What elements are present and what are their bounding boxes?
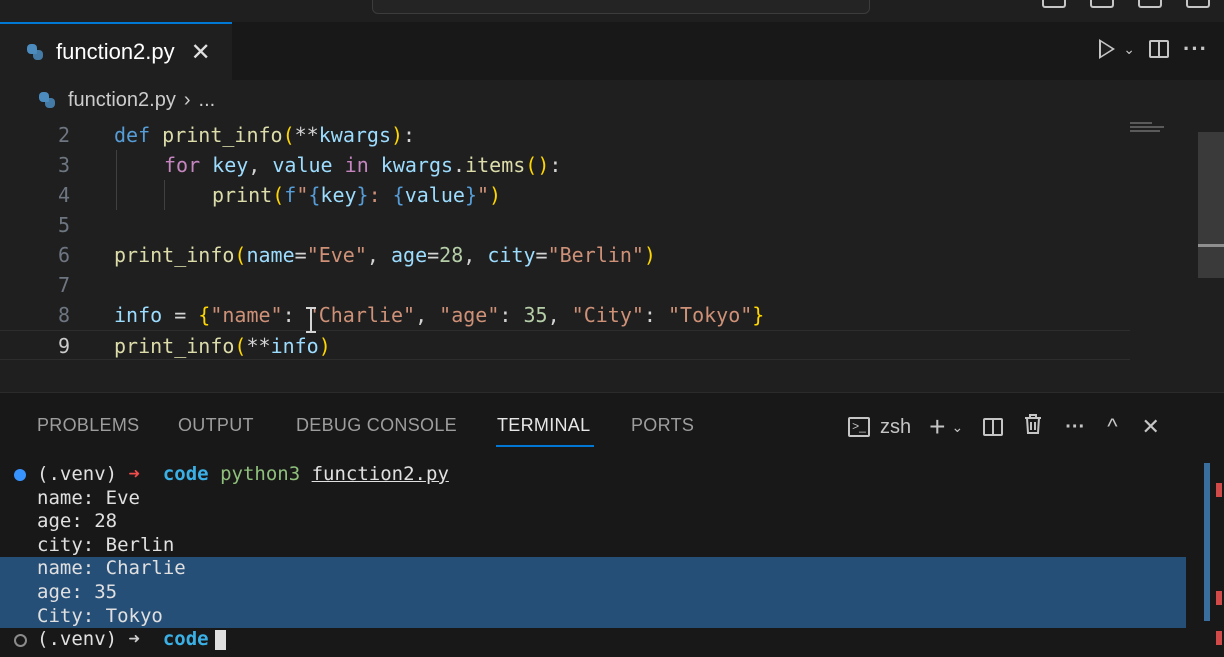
breadcrumb-symbols[interactable]: ... xyxy=(199,89,216,112)
tab-terminal[interactable]: TERMINAL xyxy=(497,415,590,436)
line-number: 3 xyxy=(57,153,70,177)
python-file-icon xyxy=(26,43,44,61)
editor-actions: ⌄ ··· xyxy=(1099,36,1208,62)
new-terminal-icon[interactable]: + xyxy=(929,411,945,443)
title-bar xyxy=(0,0,1224,22)
terminal-cursor xyxy=(214,629,226,650)
toggle-sidebar-icon[interactable] xyxy=(1042,0,1066,8)
run-python-file-icon[interactable] xyxy=(1099,39,1116,59)
code-editor[interactable]: 2 def print_info(**kwargs): 3 for key, v… xyxy=(0,120,1224,392)
code-line: 5 xyxy=(0,210,1130,240)
terminal-output-line: name: Eve xyxy=(37,486,140,509)
run-options-chevron-icon[interactable]: ⌄ xyxy=(1123,41,1135,58)
code-text: print_info(name="Eve", age=28, city="Ber… xyxy=(114,243,656,267)
line-number: 4 xyxy=(57,183,70,207)
code-text: print_info(**info) xyxy=(114,334,331,358)
python-file-icon xyxy=(38,91,56,109)
line-number: 5 xyxy=(57,213,70,237)
command-pending-dot-icon xyxy=(14,634,27,648)
breadcrumb-file[interactable]: function2.py xyxy=(68,89,176,112)
line-number: 9 xyxy=(57,334,70,358)
terminal-output-line: age: 28 xyxy=(37,510,118,533)
active-tab-indicator xyxy=(496,445,594,447)
toggle-panel-icon[interactable] xyxy=(1090,0,1114,8)
shell-name[interactable]: zsh xyxy=(880,416,911,439)
code-line: 2 def print_info(**kwargs): xyxy=(0,120,1130,150)
terminal-icon: >_ xyxy=(848,417,870,437)
layout-controls xyxy=(1042,0,1210,8)
tab-function2-py[interactable]: function2.py ✕ xyxy=(0,22,232,80)
panel-actions: >_ zsh + ⌄ ··· ^ ✕ xyxy=(848,411,1160,443)
customize-layout-icon[interactable] xyxy=(1186,0,1210,8)
line-number: 7 xyxy=(57,273,70,297)
scrollbar-error-marker xyxy=(1216,483,1222,497)
scrollbar-cursor-marker xyxy=(1198,244,1224,247)
code-line: 4 print(f"{key}: {value}") xyxy=(0,180,1130,210)
tab-problems[interactable]: PROBLEMS xyxy=(37,415,139,436)
split-editor-icon[interactable] xyxy=(1149,40,1170,58)
line-number: 8 xyxy=(57,303,70,327)
tab-output[interactable]: OUTPUT xyxy=(178,415,254,436)
terminal[interactable]: (.venv) ➜ code python3 function2.py name… xyxy=(0,463,1200,652)
close-panel-icon[interactable]: ✕ xyxy=(1142,414,1160,440)
command-success-dot-icon[interactable] xyxy=(14,469,26,481)
maximize-panel-icon[interactable]: ^ xyxy=(1107,414,1117,440)
command-center[interactable] xyxy=(372,0,870,14)
more-actions-icon[interactable]: ··· xyxy=(1065,416,1085,439)
terminal-scrollbar[interactable] xyxy=(1204,463,1210,621)
split-terminal-icon[interactable] xyxy=(983,418,1004,436)
terminal-prompt-line: (.venv) ➜ code xyxy=(0,628,1200,652)
code-line: 6 print_info(name="Eve", age=28, city="B… xyxy=(0,240,1130,270)
breadcrumb-chevron-icon: › xyxy=(183,88,191,111)
terminal-output-line-selected: name: Charlie xyxy=(0,557,1186,581)
terminal-output-line: city: Berlin xyxy=(37,533,175,556)
breadcrumb: function2.py › ... xyxy=(0,80,1224,120)
code-text: print(f"{key}: {value}") xyxy=(212,183,502,207)
code-text: for key, value in kwargs.items(): xyxy=(164,153,562,177)
terminal-output-line-selected: City: Tokyo xyxy=(0,604,1186,629)
bottom-panel: PROBLEMS OUTPUT DEBUG CONSOLE TERMINAL P… xyxy=(0,392,1224,657)
line-number: 2 xyxy=(57,123,70,147)
scrollbar-error-marker xyxy=(1216,631,1222,645)
minimap[interactable] xyxy=(1130,120,1180,140)
line-number: 6 xyxy=(57,243,70,267)
tab-ports[interactable]: PORTS xyxy=(631,415,694,436)
terminal-output-line-selected: age: 35 xyxy=(0,580,1186,605)
code-text: def print_info(**kwargs): xyxy=(114,123,416,147)
editor-tab-bar: function2.py ✕ ⌄ ··· xyxy=(0,22,1224,81)
code-line: 7 xyxy=(0,270,1130,300)
code-line: 8 info = {"name": "Charlie", "age": 35, … xyxy=(0,300,1130,330)
code-line-current: 9 print_info(**info) xyxy=(0,330,1130,360)
mouse-ibeam-cursor xyxy=(306,307,316,333)
more-actions-icon[interactable]: ··· xyxy=(1183,36,1208,62)
code-line: 3 for key, value in kwargs.items(): xyxy=(0,150,1130,180)
trash-icon[interactable] xyxy=(1023,413,1043,441)
new-terminal-chevron-icon[interactable]: ⌄ xyxy=(951,419,963,436)
tab-label: function2.py xyxy=(56,39,175,64)
editor-scrollbar[interactable] xyxy=(1198,132,1224,278)
toggle-secondary-sidebar-icon[interactable] xyxy=(1138,0,1162,8)
terminal-command-line: (.venv) ➜ code python3 function2.py xyxy=(0,463,1200,487)
code-text: info = {"name": "Charlie", "age": 35, "C… xyxy=(114,303,765,327)
tab-debug-console[interactable]: DEBUG CONSOLE xyxy=(296,415,457,436)
close-tab-icon[interactable]: ✕ xyxy=(191,38,211,67)
scrollbar-error-marker xyxy=(1216,591,1222,605)
